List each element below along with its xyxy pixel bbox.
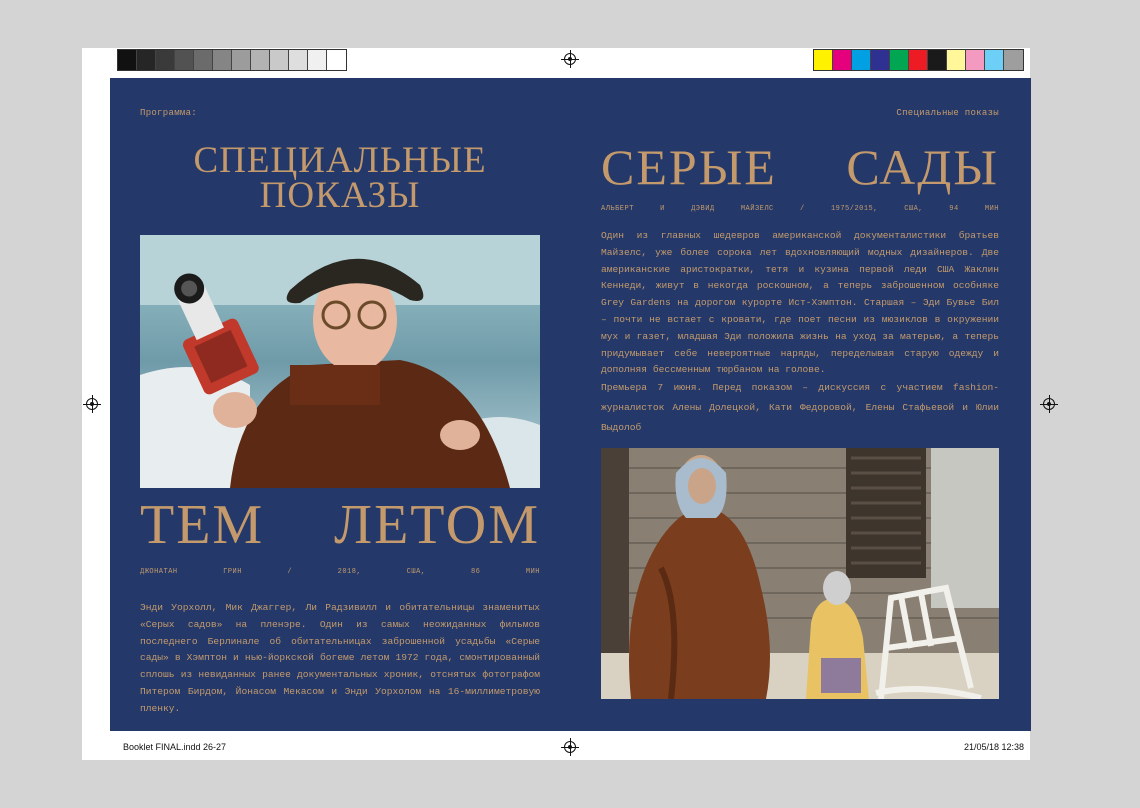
gray-swatch [194, 50, 213, 70]
film-title-right: СЕРЫЕ САДЫ [601, 139, 999, 195]
color-swatch [909, 50, 928, 70]
gray-swatch [232, 50, 251, 70]
color-swatch [1004, 50, 1023, 70]
film-credits-right: АЛЬБЕРТ И ДЭВИД МАЙЗЕЛС / 1975/2015, США… [601, 205, 999, 213]
page-heading-line-2: ПОКАЗЫ [259, 175, 421, 216]
gray-swatch [289, 50, 308, 70]
color-swatch [947, 50, 966, 70]
section-label-right: Специальные показы [896, 108, 999, 118]
color-swatch [852, 50, 871, 70]
color-swatch [871, 50, 890, 70]
premiere-info: Премьера 7 июня. Перед показом – дискусс… [601, 382, 999, 433]
gray-swatch [118, 50, 137, 70]
gray-swatch [175, 50, 194, 70]
film-description-right: Один из главных шедевров американской до… [601, 230, 999, 376]
photo-grey-gardens-women [601, 448, 999, 699]
film-credits-left: ДЖОНАТАН ГРИН / 2018, США, 86 МИН [140, 568, 540, 576]
gray-swatch [213, 50, 232, 70]
page-heading: СПЕЦИАЛЬНЫЕ ПОКАЗЫ [140, 140, 540, 216]
process-color-bar [813, 49, 1024, 71]
color-swatch [814, 50, 833, 70]
gray-swatch [251, 50, 270, 70]
file-info: Booklet FINAL.indd 26-27 [123, 742, 227, 752]
film-description-left: Энди Уорхолл, Мик Джаггер, Ли Радзивилл … [140, 602, 540, 714]
page-heading-line-1: СПЕЦИАЛЬНЫЕ [193, 140, 487, 181]
registration-mark-icon [83, 395, 101, 413]
gray-swatch [327, 50, 346, 70]
photo-man-with-camera [140, 235, 540, 488]
registration-mark-icon [561, 738, 579, 756]
film-title-left: ТЕМ ЛЕТОМ [140, 494, 540, 556]
gray-swatch [308, 50, 327, 70]
grayscale-color-bar [117, 49, 347, 71]
color-swatch [928, 50, 947, 70]
registration-mark-icon [561, 50, 579, 68]
color-swatch [985, 50, 1004, 70]
color-swatch [966, 50, 985, 70]
color-swatch [833, 50, 852, 70]
gray-swatch [270, 50, 289, 70]
color-swatch [890, 50, 909, 70]
registration-mark-icon [1040, 395, 1058, 413]
gray-swatch [137, 50, 156, 70]
section-label-left: Программа: [140, 108, 198, 118]
date-info: 21/05/18 12:38 [963, 742, 1024, 752]
gray-swatch [156, 50, 175, 70]
